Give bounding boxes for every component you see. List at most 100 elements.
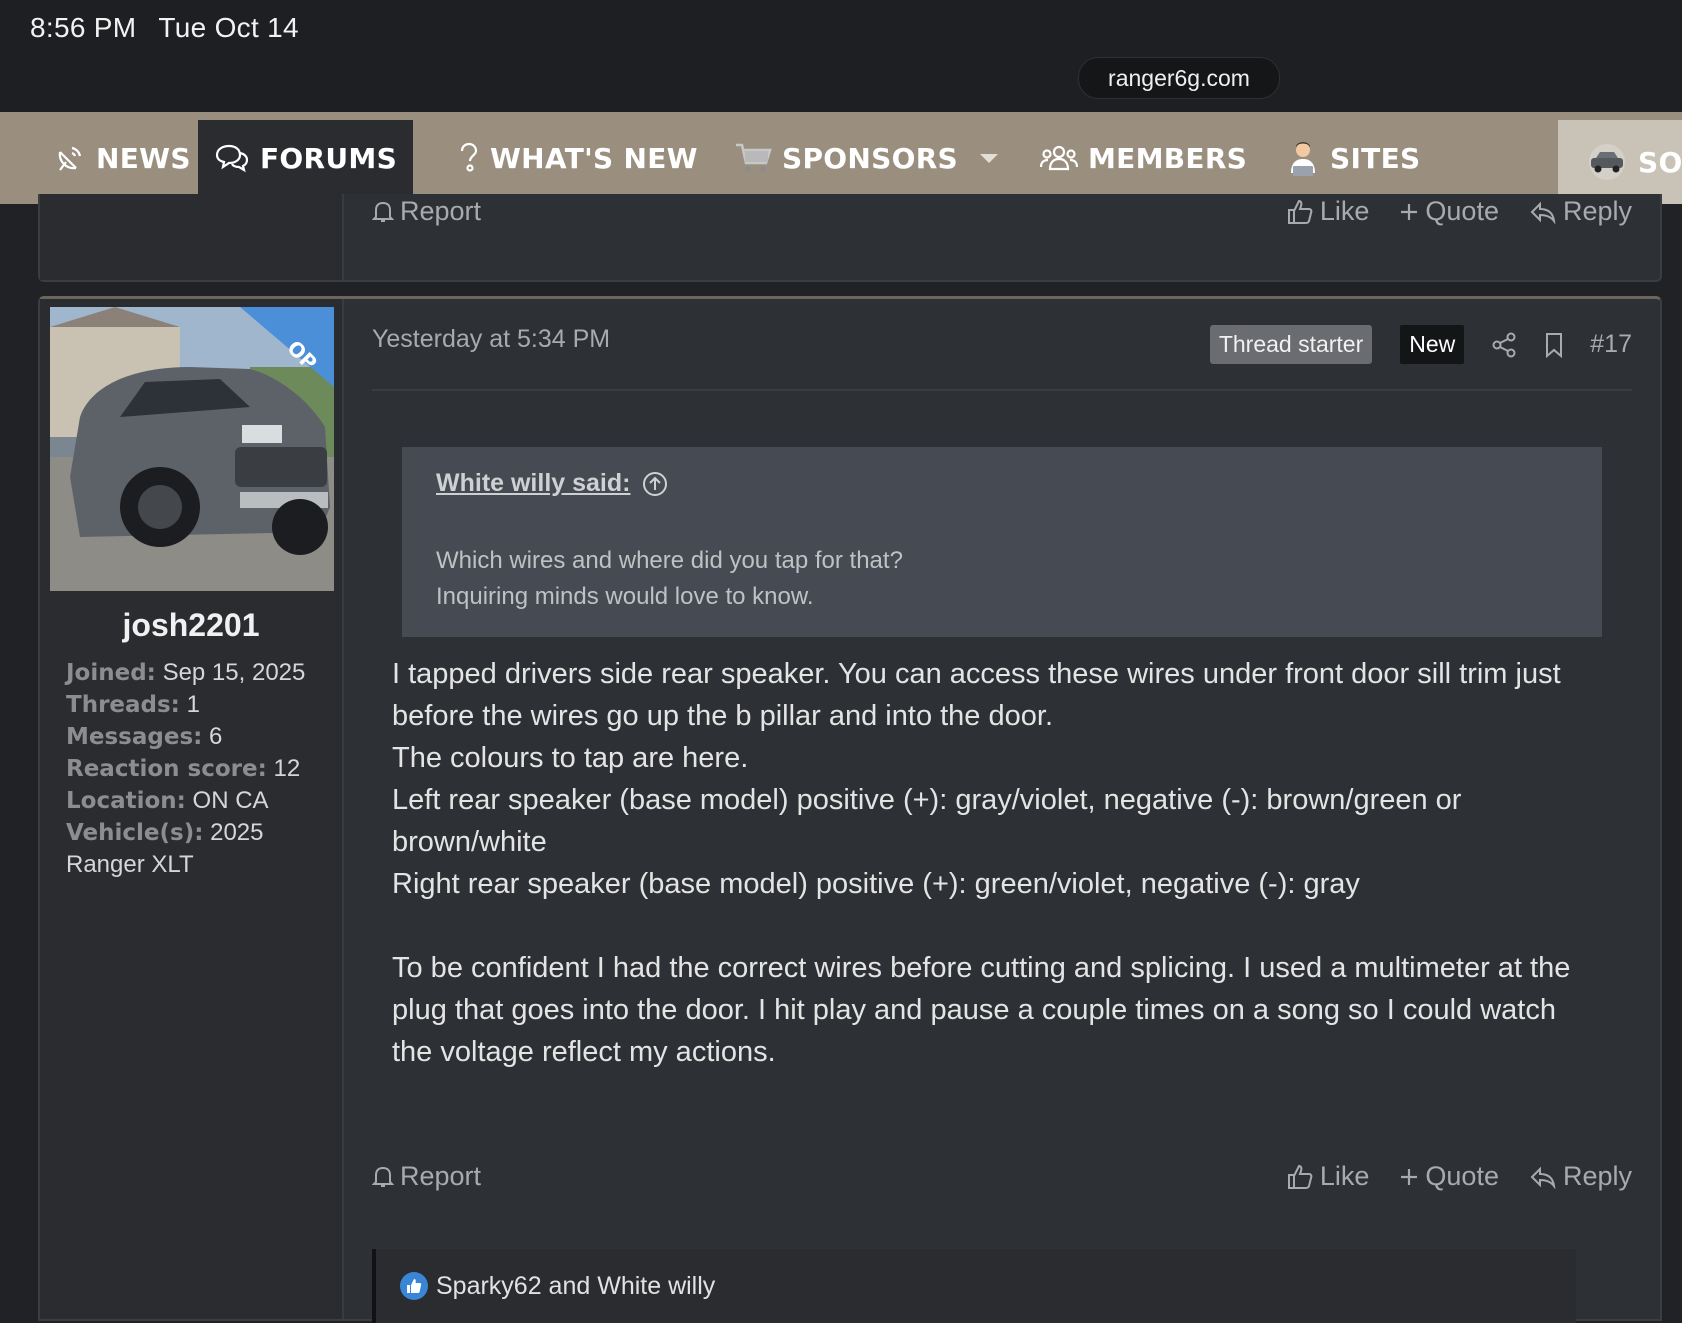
new-badge: New	[1400, 325, 1465, 364]
like-button[interactable]: Like	[1286, 1161, 1370, 1192]
nav-label-whats-new: WHAT'S NEW	[490, 141, 698, 175]
plus-icon	[1401, 203, 1418, 220]
stat-joined: Joined: Sep 15, 2025	[66, 657, 336, 689]
previous-post-sidebar	[40, 194, 344, 280]
quote-line: Which wires and where did you tap for th…	[436, 547, 903, 574]
body-line: I tapped drivers side rear speaker. You …	[392, 658, 1561, 732]
question-mark-icon	[458, 142, 480, 174]
nav-label-members: MEMBERS	[1088, 141, 1248, 175]
stat-reaction-score: Reaction score: 12	[66, 753, 336, 785]
reactions-text[interactable]: Sparky62 and White willy	[436, 1272, 715, 1301]
arrow-up-circle-icon[interactable]	[642, 471, 668, 497]
page-content: Report Like Quote Reply OP josh2201 Join…	[0, 194, 1682, 1323]
stat-value: 1	[186, 691, 200, 718]
post-main: Yesterday at 5:34 PM Thread starter New …	[344, 299, 1660, 1323]
body-paragraph: To be confident I had the correct wires …	[392, 952, 1571, 1068]
post-header-right: Thread starter New #17	[1209, 325, 1632, 364]
nav-item-members[interactable]: MEMBERS	[1040, 112, 1247, 204]
user-sidebar: OP josh2201 Joined: Sep 15, 2025 Threads…	[40, 299, 344, 1319]
satellite-dish-icon	[54, 142, 86, 174]
status-clock: 8:56 PM Tue Oct 14	[30, 12, 321, 44]
body-line: The colours to tap are here.	[392, 742, 749, 774]
plus-icon	[1401, 1168, 1418, 1185]
thumbs-up-icon	[1287, 199, 1313, 224]
nav-label-sou: SOU	[1638, 145, 1682, 179]
quote-block: White willy said: Which wires and where …	[402, 447, 1602, 637]
stat-value: 6	[209, 723, 223, 750]
prev-reply-button[interactable]: Reply	[1529, 196, 1632, 227]
stat-label: Location:	[66, 788, 186, 814]
quote-author-link[interactable]: White willy said:	[436, 469, 668, 498]
previous-post-actions: Report Like Quote Reply	[372, 196, 1632, 227]
stat-label: Vehicle(s):	[66, 820, 204, 846]
people-icon	[1040, 143, 1078, 173]
prev-quote-button[interactable]: Quote	[1399, 196, 1499, 227]
previous-post: Report Like Quote Reply	[38, 194, 1662, 282]
thumbs-up-icon	[1287, 1164, 1313, 1189]
status-time: 8:56 PM	[30, 12, 137, 43]
post-body: I tapped drivers side rear speaker. You …	[392, 653, 1582, 1073]
report-label: Report	[400, 1161, 482, 1191]
stat-label: Joined:	[66, 660, 156, 686]
quote-author-label: White willy said:	[436, 469, 631, 497]
reply-arrow-icon	[1530, 1166, 1556, 1189]
thread-starter-badge: Thread starter	[1209, 325, 1373, 364]
status-date: Tue Oct 14	[158, 12, 299, 43]
user-stats: Joined: Sep 15, 2025 Threads: 1 Messages…	[66, 657, 336, 881]
url-bar[interactable]: ranger6g.com	[1078, 57, 1280, 99]
person-laptop-icon	[1286, 139, 1320, 177]
prev-reply-label: Reply	[1562, 196, 1632, 226]
body-line: Left rear speaker (base model) positive …	[392, 784, 1462, 858]
post-17: OP josh2201 Joined: Sep 15, 2025 Threads…	[38, 296, 1662, 1323]
stat-location: Location: ON CA	[66, 785, 336, 817]
post-actions: Report Like Quote Reply	[372, 1161, 1632, 1192]
nav-label-sites: SITES	[1330, 141, 1421, 175]
stat-value: 12	[273, 755, 301, 782]
avatar[interactable]: OP	[50, 307, 334, 591]
nav-item-news[interactable]: NEWS	[54, 112, 191, 204]
reply-button[interactable]: Reply	[1529, 1161, 1632, 1192]
stat-value: ON CA	[192, 787, 269, 814]
nav-label-news: NEWS	[96, 141, 191, 175]
status-bar: 8:56 PM Tue Oct 14 ranger6g.com	[0, 0, 1682, 112]
nav-label-forums: FORUMS	[260, 141, 398, 175]
nav-item-whats-new[interactable]: WHAT'S NEW	[458, 112, 698, 204]
prev-quote-label: Quote	[1425, 196, 1499, 226]
report-button[interactable]: Report	[372, 1161, 481, 1192]
post-number-link[interactable]: #17	[1590, 330, 1632, 359]
quote-text: Which wires and where did you tap for th…	[436, 543, 903, 615]
reply-label: Reply	[1562, 1161, 1632, 1191]
chat-bubbles-icon	[214, 143, 250, 173]
reactions-bar[interactable]: Sparky62 and White willy	[372, 1249, 1576, 1323]
stat-label: Threads:	[66, 692, 180, 718]
stat-threads: Threads: 1	[66, 689, 336, 721]
chevron-down-icon[interactable]	[980, 153, 999, 163]
stat-value: Sep 15, 2025	[162, 659, 306, 686]
prev-report-button[interactable]: Report	[372, 196, 481, 227]
quote-button[interactable]: Quote	[1399, 1161, 1499, 1192]
quote-label: Quote	[1425, 1161, 1499, 1191]
post-timestamp[interactable]: Yesterday at 5:34 PM	[372, 325, 610, 354]
nav-label-sponsors: SPONSORS	[782, 141, 959, 175]
stat-label: Reaction score:	[66, 756, 267, 782]
cart-icon	[734, 141, 772, 175]
like-label: Like	[1319, 1161, 1370, 1191]
prev-like-button[interactable]: Like	[1286, 196, 1370, 227]
post-header: Yesterday at 5:34 PM Thread starter New …	[372, 299, 1632, 391]
prev-like-label: Like	[1319, 196, 1370, 226]
prev-report-label: Report	[400, 196, 482, 226]
nav-item-sponsors[interactable]: SPONSORS	[734, 112, 999, 204]
share-icon[interactable]	[1492, 332, 1516, 358]
nav-item-sites[interactable]: SITES	[1286, 112, 1420, 204]
nav-item-sou[interactable]: SOU	[1558, 120, 1682, 204]
truck-thumbnail-icon	[1586, 144, 1628, 180]
stat-messages: Messages: 6	[66, 721, 336, 753]
bookmark-icon[interactable]	[1544, 332, 1564, 358]
reply-arrow-icon	[1530, 201, 1556, 224]
nav-item-forums[interactable]: FORUMS	[198, 120, 414, 196]
body-line: Right rear speaker (base model) positive…	[392, 868, 1360, 900]
stat-vehicles: Vehicle(s): 2025 Ranger XLT	[66, 817, 336, 881]
quote-line: Inquiring minds would love to know.	[436, 583, 814, 610]
stat-label: Messages:	[66, 724, 203, 750]
username[interactable]: josh2201	[40, 607, 342, 644]
